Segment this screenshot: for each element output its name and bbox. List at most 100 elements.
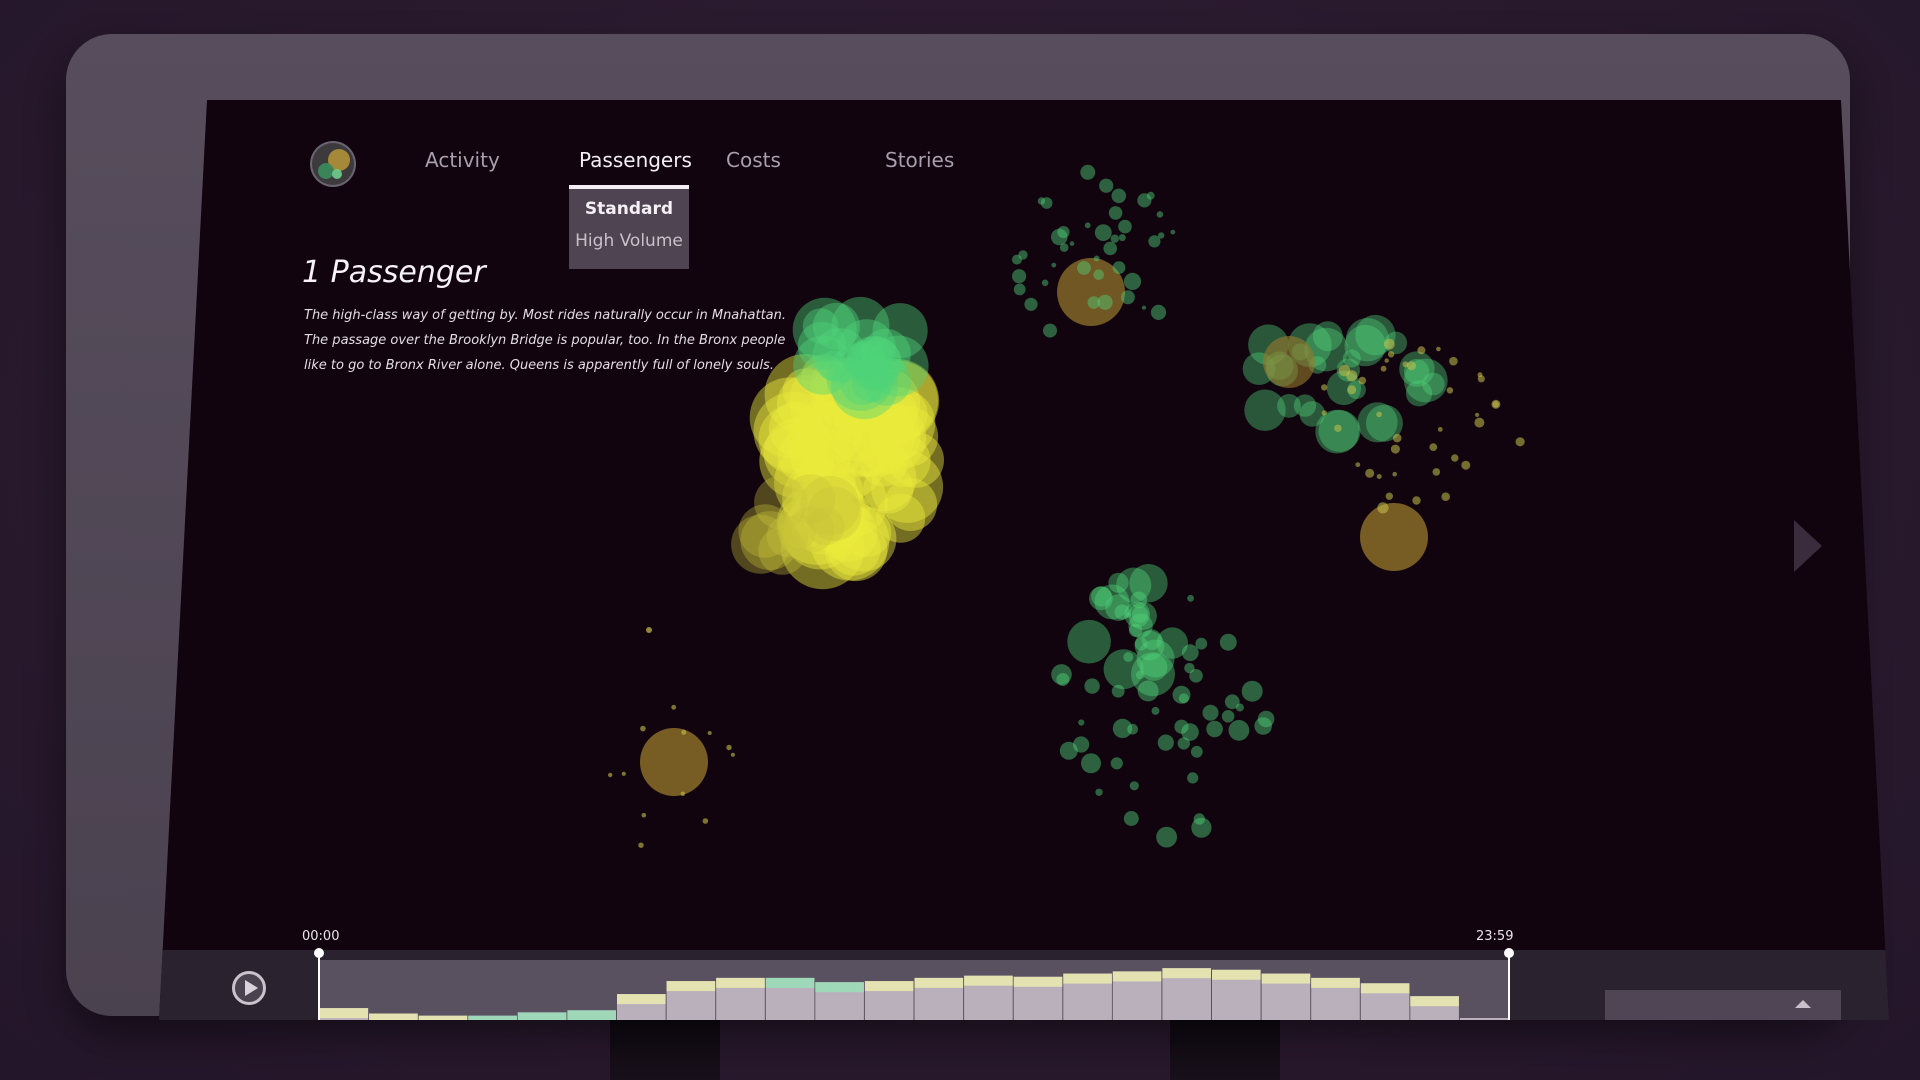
map-dot [1451,454,1459,462]
monitor-bezel: Activity Passengers Costs Stories Standa… [66,34,1889,1020]
map-dot [1146,191,1155,200]
map-dot [1084,678,1100,694]
histogram-bar-cap [1311,977,1360,988]
histogram-bar-cap [567,1010,616,1020]
histogram-bar-cap [1013,976,1063,987]
screen: Activity Passengers Costs Stories Standa… [159,100,1889,1020]
map-dot [1417,346,1426,355]
histogram-bar-cap [1360,983,1410,994]
map-dot [1135,670,1145,680]
map-dot [1446,387,1454,394]
map-dot [1099,178,1114,193]
map-dot [1078,719,1085,726]
map-dot [1384,358,1389,363]
map-dot [1474,417,1485,428]
map-dot [1195,637,1208,650]
histogram-bar-cap [517,1012,567,1020]
map-dot [1108,206,1123,220]
activity-histogram[interactable] [319,960,1509,1020]
map-dot [1059,243,1069,252]
map-dot [1037,197,1046,205]
map-dot [1181,723,1199,741]
histogram-bar-cap [369,1013,418,1020]
map-bubble [1345,318,1390,362]
map-dot [1112,261,1126,274]
histogram-bar-cap [1212,969,1261,980]
map-dot [1377,502,1389,514]
map-dot [1157,734,1174,751]
chevron-right-icon[interactable] [1794,520,1822,572]
map-dot [1441,492,1450,502]
map-dot [1461,460,1471,470]
map-dot [1134,637,1148,651]
backdrop: Activity Passengers Costs Stories Standa… [0,0,1920,1080]
timeline-end-handle-line [1508,956,1510,1020]
map-dot [641,812,647,818]
expand-panel-button[interactable] [1605,990,1841,1020]
map-dot [1241,680,1263,702]
play-button[interactable] [232,971,266,1005]
map-bubble [1277,394,1301,418]
map-dot [1475,412,1480,417]
map-dot [1477,372,1483,378]
map-dot [1219,633,1237,651]
map-dot [1141,305,1147,310]
map-dot [1095,788,1103,796]
map-dot [1321,410,1328,416]
map-dot [1392,433,1402,443]
map-dot [1130,591,1148,609]
map-dot [1257,710,1275,728]
map-dot [1103,241,1117,256]
histogram-bar-cap [1410,996,1459,1007]
map-dot [1012,269,1027,284]
map-dot [1051,262,1057,268]
map-dot [1041,279,1049,287]
map-dot [1110,757,1123,770]
map-bubble [812,302,861,350]
histogram-bar-cap [815,982,864,993]
map-dot [1129,781,1139,791]
map-dot [1114,604,1130,620]
map-bubble [806,507,845,546]
map-dot [1150,304,1167,320]
timeline-end-handle[interactable] [1504,948,1514,958]
map-dot [1202,704,1219,721]
map-dot [1080,164,1096,180]
map-dot [1073,736,1090,753]
map-dot [1365,468,1375,478]
map-dot [1123,652,1134,662]
map-dot [640,725,646,732]
map-dot [1151,706,1160,715]
map-dot [707,731,712,735]
histogram-bar-cap [716,977,765,988]
map-dot [1385,492,1394,500]
histogram-bar-cap [468,1015,517,1020]
map-bubble [846,340,886,380]
map-dot [726,744,732,751]
map-dot [1392,471,1397,477]
histogram-bar-cap [964,975,1013,986]
map-dot [1024,297,1038,311]
map-bubble [740,511,800,571]
histogram-bar-cap [765,977,815,988]
map-dot [1051,664,1072,685]
map-dot [671,704,677,710]
map-dot [1156,211,1164,218]
map-dot [1376,474,1382,479]
map-dot [1189,669,1203,683]
map-dot [608,772,613,778]
map-dot [1057,226,1070,239]
map-dot [1170,229,1176,235]
map-dot [1013,283,1026,296]
map-bubble [1263,336,1315,388]
timeline-start-handle-line [318,956,320,1020]
map-dot [680,791,685,796]
histogram-bar-cap [617,994,666,1005]
map-dot [1436,346,1441,352]
map-dot [1491,399,1501,409]
histogram-bar-cap [319,1008,369,1019]
map-dot [681,729,687,735]
timeline-start-handle[interactable] [314,948,324,958]
histogram-bar-cap [418,1015,468,1020]
map-dot [1376,411,1382,418]
